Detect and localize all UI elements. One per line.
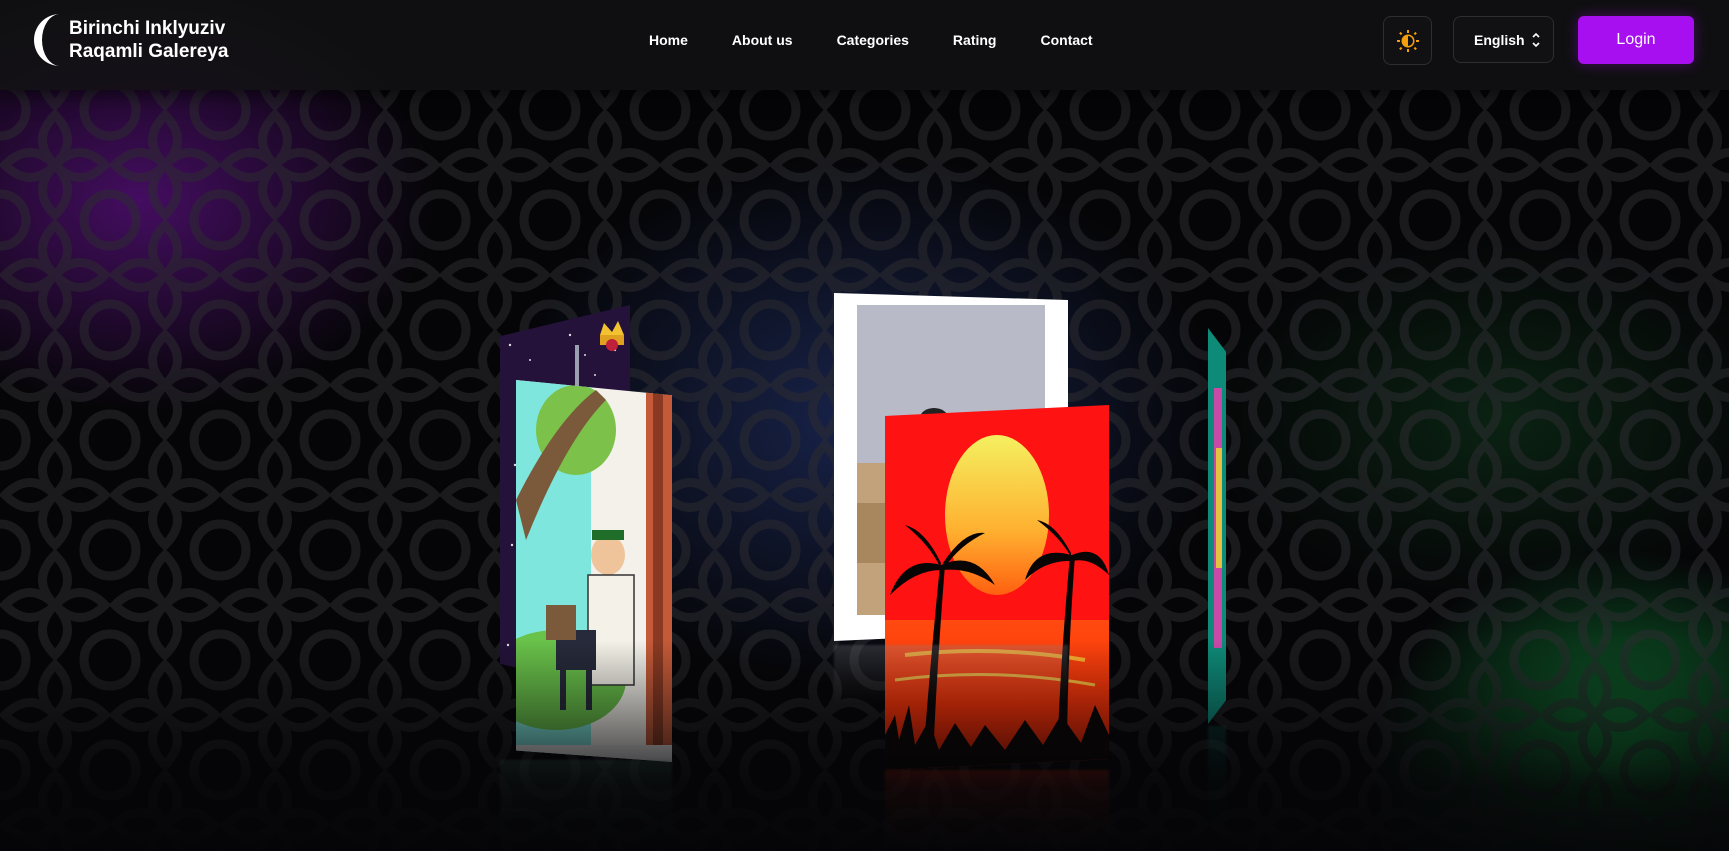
theme-toggle-button[interactable] [1383, 16, 1432, 65]
nav-categories[interactable]: Categories [837, 30, 909, 50]
nav-about-us[interactable]: About us [732, 30, 793, 50]
nav-home[interactable]: Home [649, 30, 688, 50]
main-nav: Home About us Categories Rating Contact [649, 30, 1093, 50]
brand-name[interactable]: Birinchi Inklyuziv Raqamli Galereya [69, 17, 228, 63]
hero-gallery: Birinchi Inklyuziv Raqamli Galereya Home… [0, 0, 1729, 851]
top-navbar: Birinchi Inklyuziv Raqamli Galereya Home… [0, 0, 1729, 90]
login-button[interactable]: Login [1578, 16, 1694, 64]
chevron-up-down-icon [1532, 32, 1540, 48]
floor-fade [0, 640, 1729, 851]
sun-moon-icon [1396, 29, 1419, 52]
nav-rating[interactable]: Rating [953, 30, 997, 50]
language-selected: English [1474, 31, 1525, 48]
brand-line2: Raqamli Galereya [69, 41, 229, 62]
brand-line1: Birinchi Inklyuziv [69, 18, 226, 39]
nav-contact[interactable]: Contact [1040, 30, 1092, 50]
language-select[interactable]: English [1453, 16, 1554, 63]
login-label: Login [1616, 31, 1656, 48]
